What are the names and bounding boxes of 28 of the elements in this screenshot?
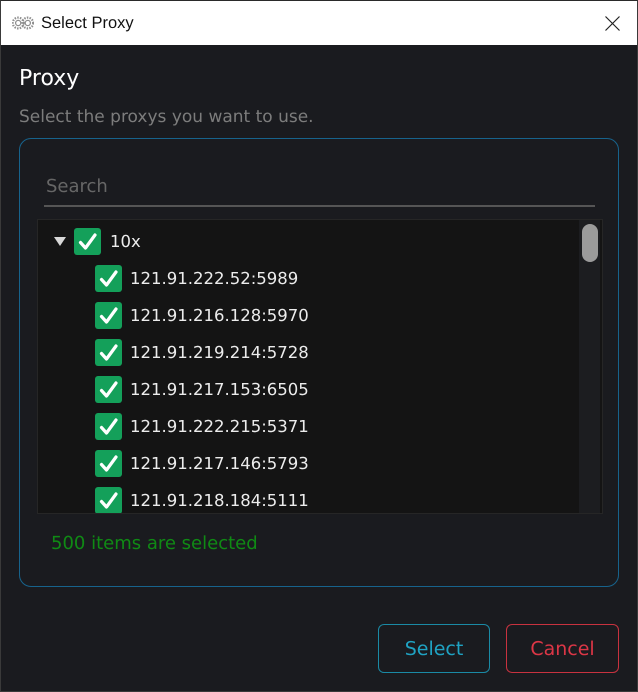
- proxy-address[interactable]: 121.91.217.146:5793: [130, 454, 309, 473]
- dialog-heading: Proxy: [19, 65, 80, 93]
- checkbox[interactable]: [95, 450, 122, 477]
- proxy-address[interactable]: 121.91.218.184:5111: [130, 491, 309, 510]
- select-button[interactable]: Select: [378, 624, 490, 673]
- proxy-address[interactable]: 121.91.222.52:5989: [130, 269, 298, 288]
- proxy-address[interactable]: 121.91.217.153:6505: [130, 380, 309, 399]
- proxy-address[interactable]: 121.91.219.214:5728: [130, 343, 309, 362]
- close-icon: [604, 16, 620, 30]
- proxy-address[interactable]: 121.91.216.128:5970: [130, 306, 309, 325]
- checkbox[interactable]: [95, 302, 122, 329]
- scrollbar[interactable]: [579, 220, 600, 513]
- checkbox[interactable]: [95, 487, 122, 513]
- scrollbar-thumb[interactable]: [582, 224, 598, 262]
- group-label[interactable]: 10x: [110, 232, 141, 251]
- selection-status: 500 items are selected: [51, 532, 259, 556]
- window-title: Select Proxy: [41, 14, 134, 32]
- checkbox[interactable]: [95, 265, 122, 292]
- checkbox[interactable]: [95, 339, 122, 366]
- checkbox[interactable]: [95, 413, 122, 440]
- proxy-address[interactable]: 121.91.222.215:5371: [130, 417, 309, 436]
- dialog-subtitle: Select the proxys you want to use.: [19, 106, 315, 129]
- caret-icon[interactable]: [54, 237, 66, 246]
- gears-icon: [12, 16, 34, 30]
- checkbox[interactable]: [95, 376, 122, 403]
- search-field[interactable]: Search: [44, 167, 595, 207]
- checkbox[interactable]: [74, 228, 101, 255]
- cancel-button[interactable]: Cancel: [506, 624, 619, 673]
